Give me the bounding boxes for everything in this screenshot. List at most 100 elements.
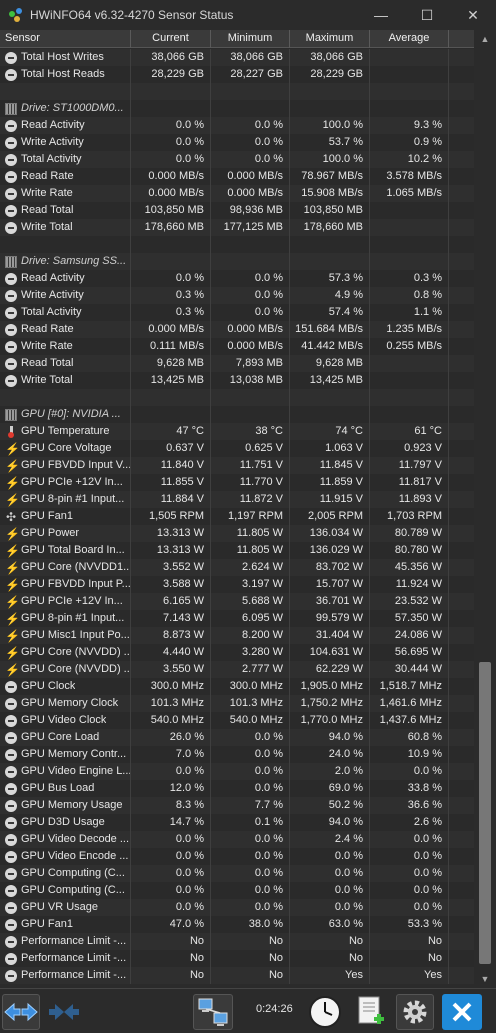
value-average xyxy=(370,253,449,270)
value-maximum: 0.0 % xyxy=(290,865,370,882)
table-row[interactable]: GPU Video Clock 540.0 MHz 540.0 MHz 1,770.0… xyxy=(0,712,474,729)
value-average xyxy=(370,236,449,253)
minimize-button[interactable]: — xyxy=(358,0,404,30)
sensor-circle-icon xyxy=(5,119,17,132)
spacer-row xyxy=(0,236,474,253)
column-header-current[interactable]: Current xyxy=(131,30,211,48)
table-row[interactable]: Performance Limit -... No No No No xyxy=(0,933,474,950)
sensor-group-row[interactable]: Drive: ST1000DM0... xyxy=(0,100,474,117)
table-row[interactable]: GPU Temperature 47 °C 38 °C 74 °C 61 °C xyxy=(0,423,474,440)
table-row[interactable]: ⚡ GPU Core (NVVDD1... 3.552 W 2.624 W 83.702… xyxy=(0,559,474,576)
network-button[interactable] xyxy=(193,994,233,1030)
value-current: 0.0 % xyxy=(131,134,211,151)
table-row[interactable]: GPU Memory Clock 101.3 MHz 101.3 MHz 1,750.… xyxy=(0,695,474,712)
table-row[interactable]: ✣ GPU Fan1 1,505 RPM 1,197 RPM 2,005 RPM 1,70… xyxy=(0,508,474,525)
close-window-button[interactable]: ✕ xyxy=(450,0,496,30)
table-row[interactable]: GPU VR Usage 0.0 % 0.0 % 0.0 % 0.0 % xyxy=(0,899,474,916)
value-maximum: 31.404 W xyxy=(290,627,370,644)
table-row[interactable]: GPU Memory Contr... 7.0 % 0.0 % 24.0 % 10.9 … xyxy=(0,746,474,763)
table-row[interactable]: GPU Computing (C... 0.0 % 0.0 % 0.0 % 0.0 % xyxy=(0,882,474,899)
sensor-label: GPU Misc1 Input Po... xyxy=(21,629,130,641)
table-row[interactable]: Read Rate 0.000 MB/s 0.000 MB/s 78.967 MB/s… xyxy=(0,168,474,185)
table-row[interactable]: Total Activity 0.0 % 0.0 % 100.0 % 10.2 % xyxy=(0,151,474,168)
reset-timer-button[interactable] xyxy=(306,994,344,1030)
value-average: 10.2 % xyxy=(370,151,449,168)
scrollbar-thumb[interactable] xyxy=(479,662,491,964)
table-row[interactable]: Write Rate 0.000 MB/s 0.000 MB/s 15.908 MB/… xyxy=(0,185,474,202)
table-row[interactable]: ⚡ GPU Core Voltage 0.637 V 0.625 V 1.063 V 0.… xyxy=(0,440,474,457)
table-row[interactable]: Write Rate 0.111 MB/s 0.000 MB/s 41.442 MB/… xyxy=(0,338,474,355)
collapse-arrows-button[interactable] xyxy=(44,994,84,1030)
table-row[interactable]: ⚡ GPU Total Board In... 13.313 W 11.805 W 13… xyxy=(0,542,474,559)
table-row[interactable]: GPU Video Engine L... 0.0 % 0.0 % 2.0 % 0.0 … xyxy=(0,763,474,780)
sensor-circle-icon xyxy=(5,816,17,829)
sensor-label: GPU Bus Load xyxy=(21,782,95,794)
value-maximum: 9,628 MB xyxy=(290,355,370,372)
sensor-table: Sensor Current Minimum Maximum Average T… xyxy=(0,30,496,988)
value-current: 0.000 MB/s xyxy=(131,185,211,202)
table-row[interactable]: Read Activity 0.0 % 0.0 % 100.0 % 9.3 % xyxy=(0,117,474,134)
table-row[interactable]: ⚡ GPU PCIe +12V In... 11.855 V 11.770 V 11.8… xyxy=(0,474,474,491)
table-row[interactable]: ⚡ GPU FBVDD Input V... 11.840 V 11.751 V 11.… xyxy=(0,457,474,474)
add-log-document-icon xyxy=(358,996,384,1024)
table-row[interactable]: Total Host Reads 28,229 GB 28,227 GB 28,229… xyxy=(0,66,474,83)
navigate-arrows-button[interactable] xyxy=(2,994,40,1030)
sensor-label: Read Activity xyxy=(21,272,85,284)
value-current: 6.165 W xyxy=(131,593,211,610)
column-header-sensor[interactable]: Sensor xyxy=(0,30,131,48)
table-row[interactable]: Write Total 13,425 MB 13,038 MB 13,425 MB xyxy=(0,372,474,389)
sensor-label: GPU Fan1 xyxy=(21,510,73,522)
table-row[interactable]: Read Total 103,850 MB 98,936 MB 103,850 MB xyxy=(0,202,474,219)
value-minimum: 0.1 % xyxy=(211,814,290,831)
table-row[interactable]: GPU Computing (C... 0.0 % 0.0 % 0.0 % 0.0 % xyxy=(0,865,474,882)
sensor-name-cell: Performance Limit -... xyxy=(0,967,131,984)
table-row[interactable]: ⚡ GPU Core (NVVDD) ... 4.440 W 3.280 W 104.6… xyxy=(0,644,474,661)
table-row[interactable]: Write Activity 0.0 % 0.0 % 53.7 % 0.9 % xyxy=(0,134,474,151)
logging-button[interactable] xyxy=(352,994,390,1030)
table-row[interactable]: ⚡ GPU Misc1 Input Po... 8.873 W 8.200 W 31.4… xyxy=(0,627,474,644)
table-row[interactable]: Read Activity 0.0 % 0.0 % 57.3 % 0.3 % xyxy=(0,270,474,287)
sensor-group-row[interactable]: Drive: Samsung SS... xyxy=(0,253,474,270)
scroll-down-arrow-icon[interactable]: ▼ xyxy=(474,970,496,988)
table-row[interactable]: Read Rate 0.000 MB/s 0.000 MB/s 151.684 MB/… xyxy=(0,321,474,338)
table-row[interactable]: ⚡ GPU 8-pin #1 Input... 7.143 W 6.095 W 99.5… xyxy=(0,610,474,627)
value-maximum: 1.063 V xyxy=(290,440,370,457)
table-row[interactable]: GPU Memory Usage 8.3 % 7.7 % 50.2 % 36.6 % xyxy=(0,797,474,814)
value-average: 1.065 MB/s xyxy=(370,185,449,202)
vertical-scrollbar[interactable]: ▲ ▼ xyxy=(474,30,496,988)
network-computers-icon xyxy=(198,998,228,1026)
table-row[interactable]: ⚡ GPU 8-pin #1 Input... 11.884 V 11.872 V 11… xyxy=(0,491,474,508)
table-row[interactable]: GPU Core Load 26.0 % 0.0 % 94.0 % 60.8 % xyxy=(0,729,474,746)
table-row[interactable]: GPU Clock 300.0 MHz 300.0 MHz 1,905.0 MHz 1,… xyxy=(0,678,474,695)
sensor-group-row[interactable]: GPU [#0]: NVIDIA ... xyxy=(0,406,474,423)
table-row[interactable]: Write Total 178,660 MB 177,125 MB 178,660 M… xyxy=(0,219,474,236)
sensor-label: Read Rate xyxy=(21,323,74,335)
table-row[interactable]: ⚡ GPU PCIe +12V In... 6.165 W 5.688 W 36.701… xyxy=(0,593,474,610)
table-row[interactable]: Write Activity 0.3 % 0.0 % 4.9 % 0.8 % xyxy=(0,287,474,304)
column-header-minimum[interactable]: Minimum xyxy=(211,30,290,48)
value-average xyxy=(370,49,449,66)
value-maximum: 4.9 % xyxy=(290,287,370,304)
settings-button[interactable] xyxy=(396,994,434,1030)
value-minimum: 11.872 V xyxy=(211,491,290,508)
column-header-maximum[interactable]: Maximum xyxy=(290,30,370,48)
table-row[interactable]: GPU D3D Usage 14.7 % 0.1 % 94.0 % 2.6 % xyxy=(0,814,474,831)
table-row[interactable]: Performance Limit -... No No Yes Yes xyxy=(0,967,474,984)
column-header-average[interactable]: Average xyxy=(370,30,449,48)
table-row[interactable]: GPU Fan1 47.0 % 38.0 % 63.0 % 53.3 % xyxy=(0,916,474,933)
table-row[interactable]: GPU Bus Load 12.0 % 0.0 % 69.0 % 33.8 % xyxy=(0,780,474,797)
table-row[interactable]: Performance Limit -... No No No No xyxy=(0,950,474,967)
scroll-up-arrow-icon[interactable]: ▲ xyxy=(474,30,496,48)
table-row[interactable]: Total Host Writes 38,066 GB 38,066 GB 38,06… xyxy=(0,49,474,66)
table-row[interactable]: GPU Video Encode ... 0.0 % 0.0 % 0.0 % 0.0 % xyxy=(0,848,474,865)
table-row[interactable]: GPU Video Decode ... 0.0 % 0.0 % 2.4 % 0.0 % xyxy=(0,831,474,848)
minimize-icon: — xyxy=(374,7,388,23)
table-row[interactable]: Total Activity 0.3 % 0.0 % 57.4 % 1.1 % xyxy=(0,304,474,321)
table-row[interactable]: ⚡ GPU FBVDD Input P... 3.588 W 3.197 W 15.70… xyxy=(0,576,474,593)
maximize-button[interactable]: ☐ xyxy=(404,0,450,30)
table-row[interactable]: ⚡ GPU Power 13.313 W 11.805 W 136.034 W 80.78… xyxy=(0,525,474,542)
table-row[interactable]: Read Total 9,628 MB 7,893 MB 9,628 MB xyxy=(0,355,474,372)
table-row[interactable]: ⚡ GPU Core (NVVDD) ... 3.550 W 2.777 W 62.22… xyxy=(0,661,474,678)
sensor-label: Write Rate xyxy=(21,340,73,352)
close-sensors-button[interactable] xyxy=(442,994,482,1030)
